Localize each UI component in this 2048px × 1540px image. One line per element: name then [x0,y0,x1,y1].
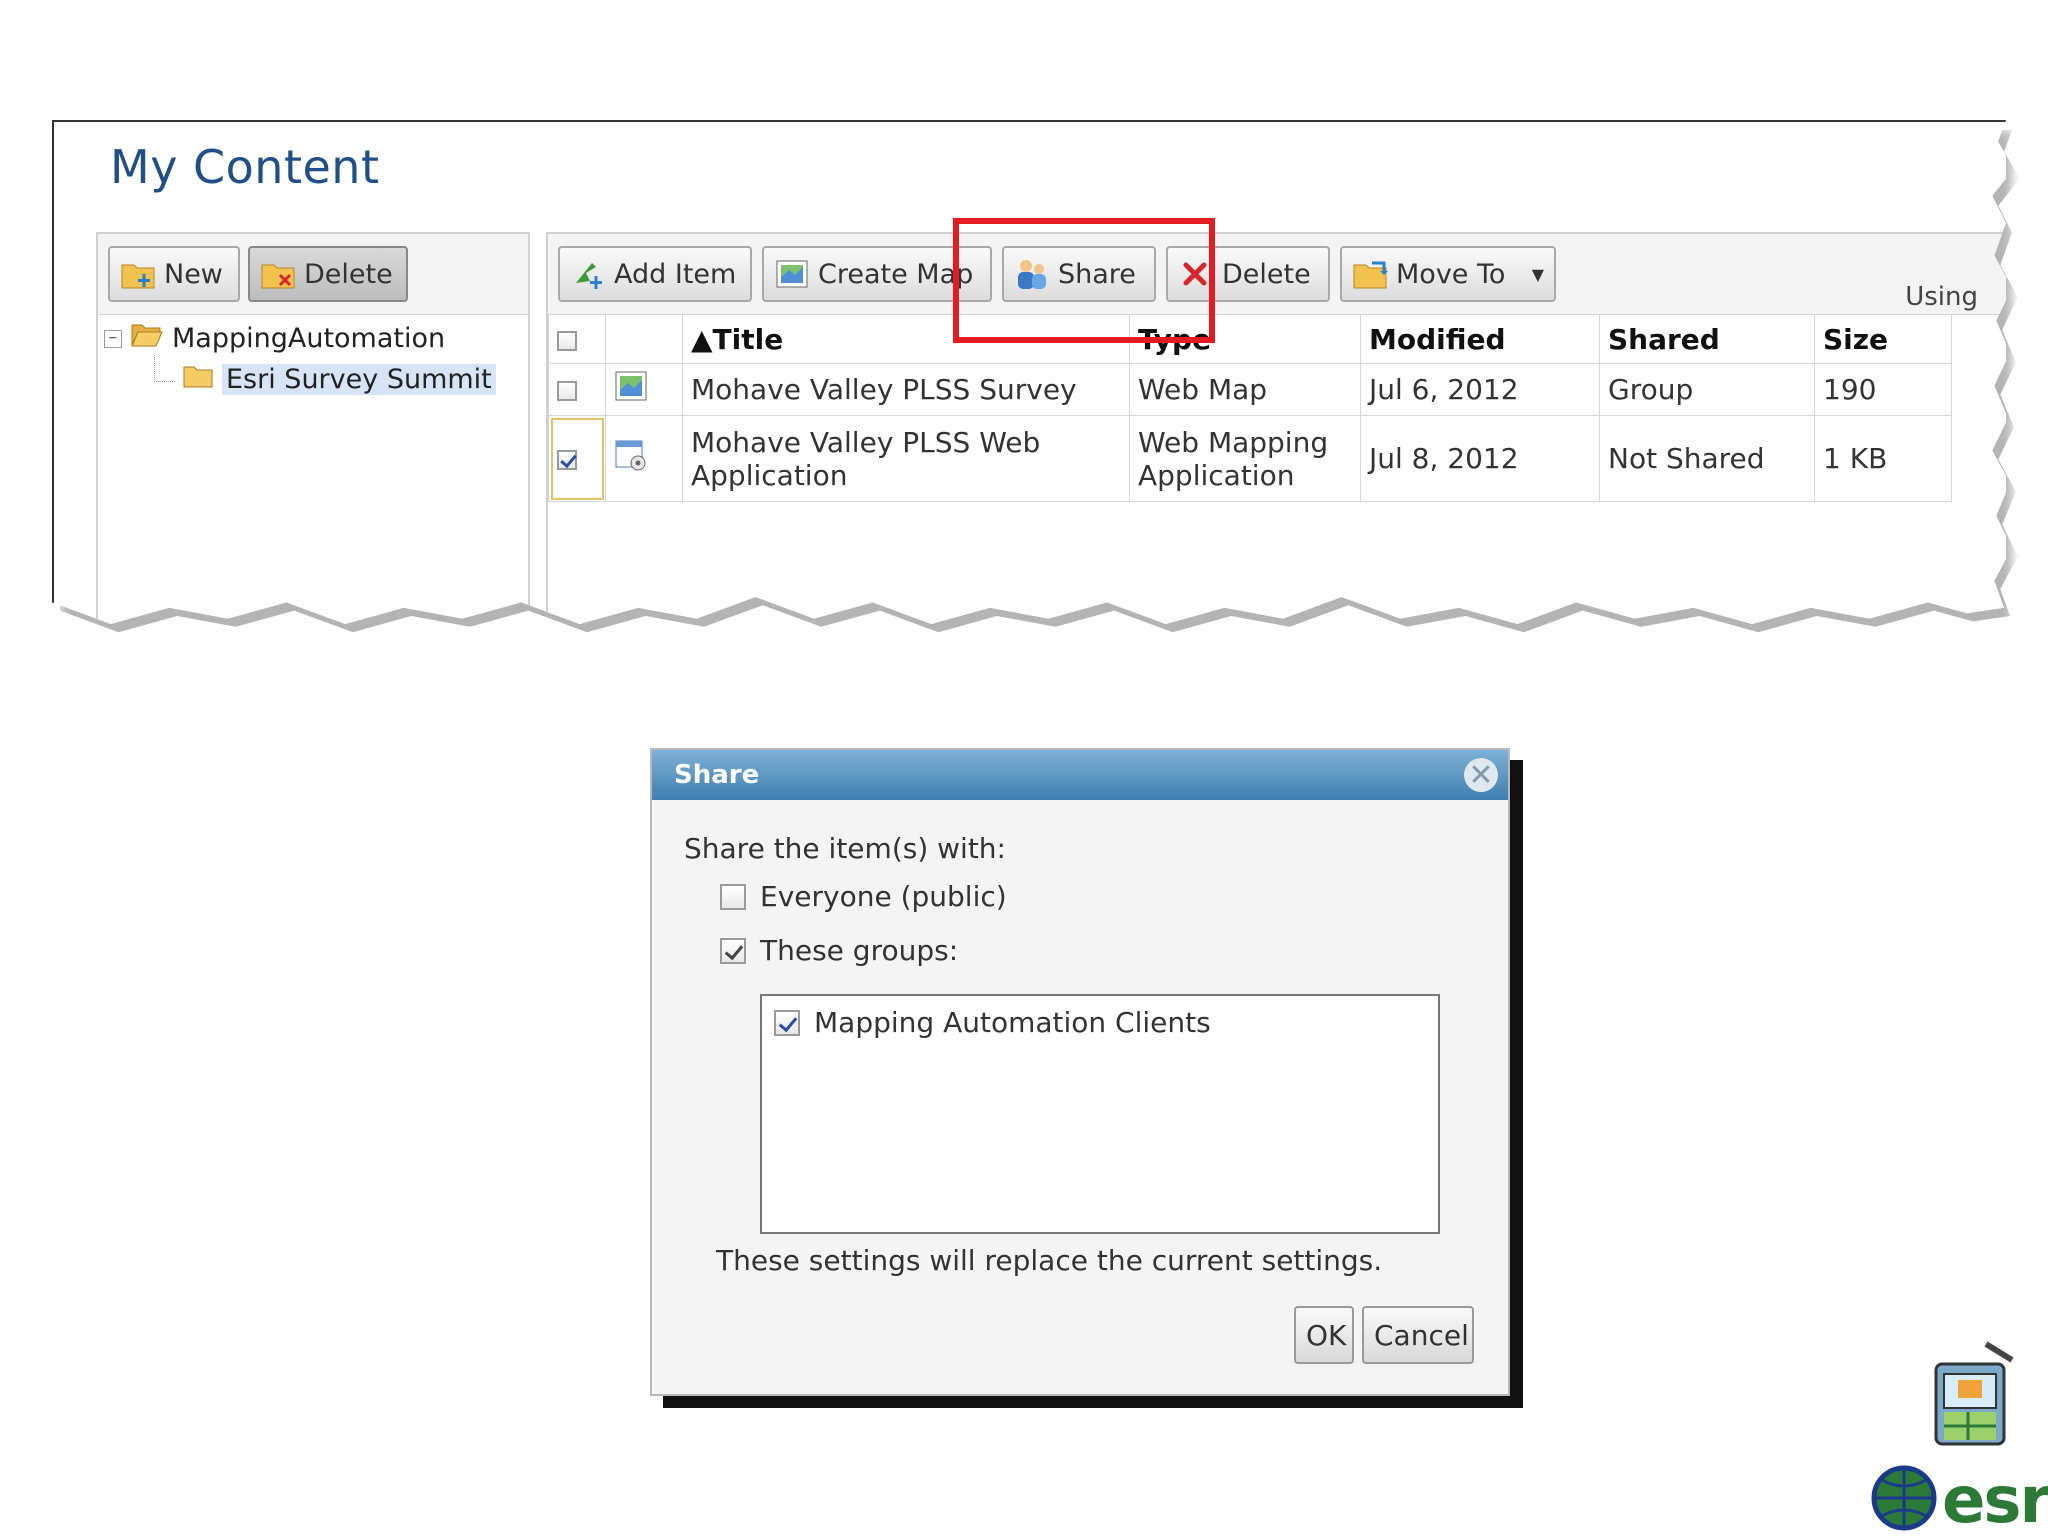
share-prompt: Share the item(s) with: [684,832,1006,865]
usage-label: Using [1905,282,1978,312]
tree-item-esri-survey-summit[interactable]: Esri Survey Summit [182,363,496,396]
item-type: Web Mapping Application [1129,415,1361,502]
new-folder-button[interactable]: New [108,246,240,302]
item-modified: Jul 8, 2012 [1360,415,1600,502]
row-select-cell [548,363,606,416]
groups-list: Mapping Automation Clients [760,994,1440,1234]
row-checkbox[interactable] [557,450,577,470]
add-item-icon [570,257,606,291]
web-app-icon [614,440,648,478]
dialog-title: Share [674,760,760,790]
create-map-button[interactable]: Create Map [762,246,992,302]
add-item-button[interactable]: Add Item [558,246,752,302]
row-icon-cell [605,363,683,416]
esri-wordmark: esri [1942,1464,2048,1538]
web-map-icon [614,371,648,409]
delete-item-label: Delete [1222,258,1311,290]
group-item[interactable]: Mapping Automation Clients [774,1006,1211,1039]
column-shared[interactable]: Shared [1599,314,1815,364]
item-shared: Not Shared [1599,415,1815,502]
group-label: Mapping Automation Clients [814,1006,1211,1039]
item-type-line: Web Mapping [1138,425,1329,459]
row-checkbox[interactable] [557,381,577,401]
share-button[interactable]: Share [1002,246,1156,302]
esri-logo: esri [1868,1340,2048,1538]
folder-toolbar: New Delete [98,234,528,315]
everyone-label: Everyone (public) [760,880,1007,913]
share-users-icon [1014,257,1050,291]
move-to-label: Move To [1396,258,1506,290]
add-item-label: Add Item [614,258,737,290]
table-header-row: ▲Title Type Modified Shared Size [548,314,1952,364]
item-size: 1 KB [1814,415,1952,502]
item-title-link[interactable]: Mohave Valley PLSS Web Application [682,415,1130,502]
dialog-header: Share ✕ [652,750,1508,800]
groups-option[interactable]: These groups: [720,934,958,967]
new-folder-label: New [164,258,223,290]
share-label: Share [1058,258,1136,290]
folder-pane: New Delete − MappingAutomation Esri Surv… [96,232,530,625]
groups-label: These groups: [760,934,959,967]
item-type-line: Application [1138,458,1295,492]
page-title: My Content [110,140,380,194]
icon-header [605,314,683,364]
item-type: Web Map [1129,363,1361,416]
column-size[interactable]: Size [1814,314,1952,364]
move-folder-icon [1352,257,1388,291]
open-folder-icon [130,321,164,356]
ok-button[interactable]: OK [1294,1306,1354,1364]
tree-item-mappingautomation[interactable]: − MappingAutomation [104,321,445,356]
group-checkbox[interactable] [774,1009,800,1036]
items-table: ▲Title Type Modified Shared Size Mohave … [548,314,1952,502]
table-row[interactable]: Mohave Valley PLSS Web Application Web M… [548,415,1952,502]
tree-item-label: Esri Survey Summit [222,364,496,395]
delete-x-icon [1178,257,1214,291]
select-all-header [548,314,606,364]
folder-icon [182,363,214,396]
folder-delete-icon [260,257,296,291]
create-map-label: Create Map [818,258,974,290]
item-title-link[interactable]: Mohave Valley PLSS Survey [682,363,1130,416]
table-row[interactable]: Mohave Valley PLSS Survey Web Map Jul 6,… [548,363,1952,416]
column-type[interactable]: Type [1129,314,1361,364]
row-select-cell [548,415,606,502]
move-to-button[interactable]: Move To ▼ [1340,246,1556,302]
folder-add-icon [120,257,156,291]
delete-folder-button[interactable]: Delete [248,246,408,302]
delete-folder-label: Delete [304,258,393,290]
cancel-button[interactable]: Cancel [1362,1306,1474,1364]
delete-item-button[interactable]: Delete [1166,246,1330,302]
close-icon[interactable]: ✕ [1464,758,1498,793]
everyone-option[interactable]: Everyone (public) [720,880,1007,913]
item-toolbar: Add Item Create Map Share Delete Move To… [548,234,2006,315]
column-modified[interactable]: Modified [1360,314,1600,364]
column-title[interactable]: ▲Title [682,314,1130,364]
item-shared: Group [1599,363,1815,416]
groups-checkbox[interactable] [720,937,746,964]
item-size: 190 [1814,363,1952,416]
tree-connector [154,355,175,382]
row-icon-cell [605,415,683,502]
share-dialog: Share ✕ Share the item(s) with: Everyone… [650,748,1510,1396]
chevron-down-icon: ▼ [1531,264,1544,284]
tree-item-label: MappingAutomation [172,323,446,354]
settings-note: These settings will replace the current … [716,1244,1383,1277]
item-modified: Jul 6, 2012 [1360,363,1600,416]
collapse-toggle[interactable]: − [104,329,122,348]
map-icon [774,257,810,291]
content-pane: Add Item Create Map Share Delete Move To… [546,232,2006,625]
everyone-checkbox[interactable] [720,883,746,910]
my-content-panel: My Content New Delete − MappingAutomatio… [52,120,2006,625]
select-all-checkbox[interactable] [557,330,577,351]
